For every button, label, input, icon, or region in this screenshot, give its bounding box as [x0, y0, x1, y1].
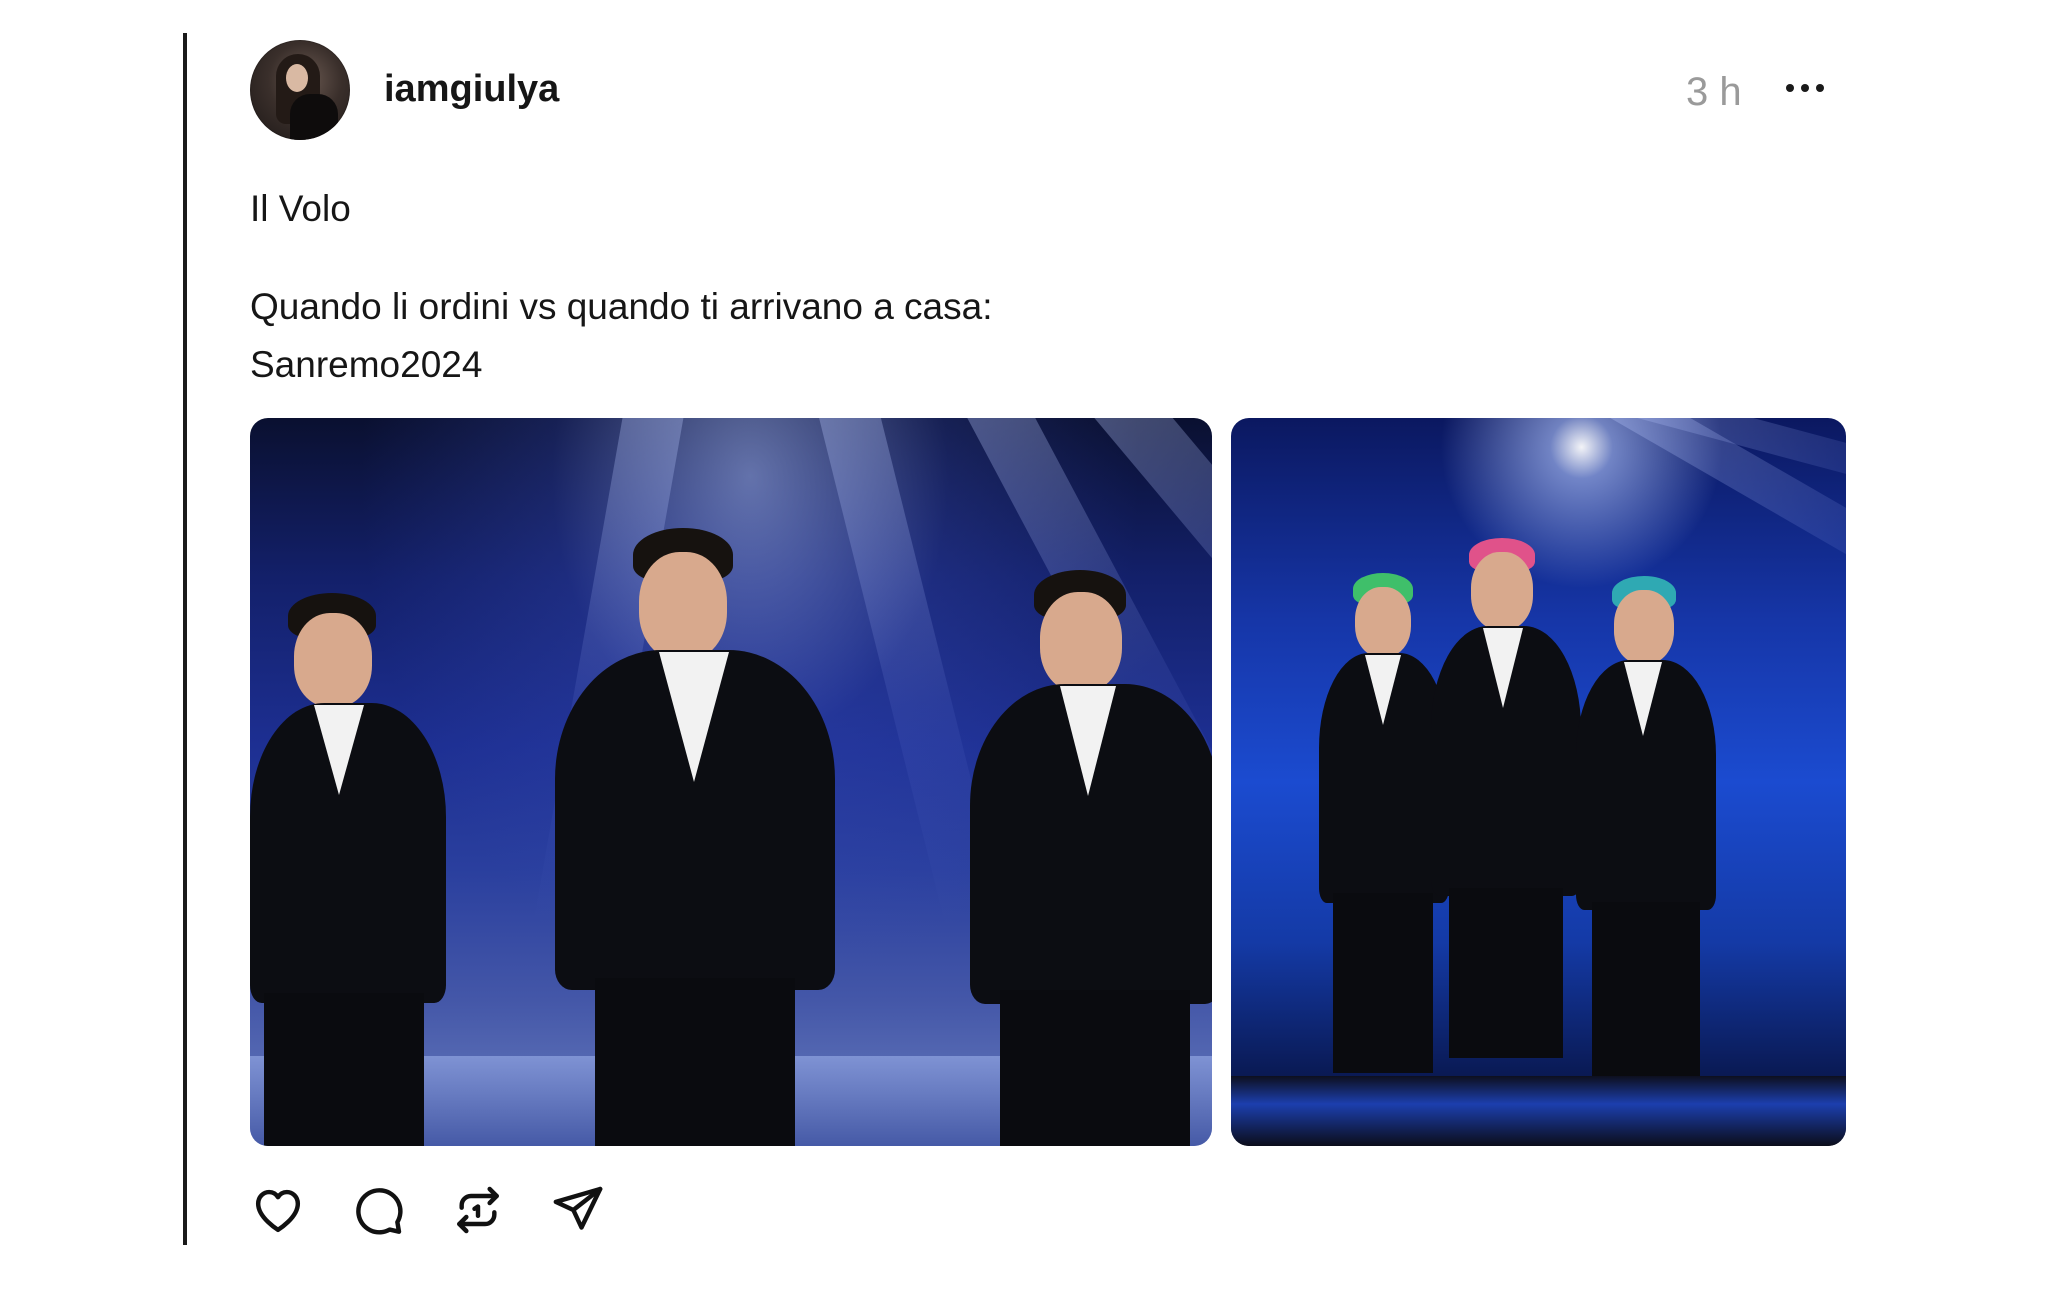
singer-right [970, 570, 1212, 1146]
singer-left [250, 593, 450, 1146]
more-options-icon[interactable] [1786, 84, 1826, 96]
thread-line [183, 33, 187, 1245]
singer-center [1431, 538, 1581, 1058]
repost-icon[interactable] [450, 1182, 506, 1238]
post-image-left[interactable] [250, 418, 1212, 1146]
comment-icon[interactable] [350, 1182, 406, 1238]
singer-right [1576, 576, 1716, 1076]
share-icon[interactable] [550, 1182, 606, 1238]
post-header: iamgiulya 3 h [250, 40, 1840, 140]
post-timestamp: 3 h [1686, 70, 1742, 114]
stage-floor [1231, 1076, 1846, 1146]
post-actions [250, 1182, 670, 1242]
avatar-face [286, 64, 308, 92]
singer-center [555, 528, 835, 1146]
singer-left [1319, 573, 1449, 1073]
post-image-right[interactable] [1231, 418, 1846, 1146]
username[interactable]: iamgiulya [384, 70, 559, 108]
caption-title: Il Volo [250, 188, 351, 229]
avatar[interactable] [250, 40, 350, 140]
caption-hashtag[interactable]: Sanremo2024 [250, 346, 482, 383]
caption-text: Quando li ordini vs quando ti arrivano a… [250, 286, 993, 327]
avatar-body [290, 94, 338, 140]
heart-icon[interactable] [250, 1182, 306, 1238]
thread-post: iamgiulya 3 h Il Volo Quando li ordini v… [250, 40, 1846, 1242]
